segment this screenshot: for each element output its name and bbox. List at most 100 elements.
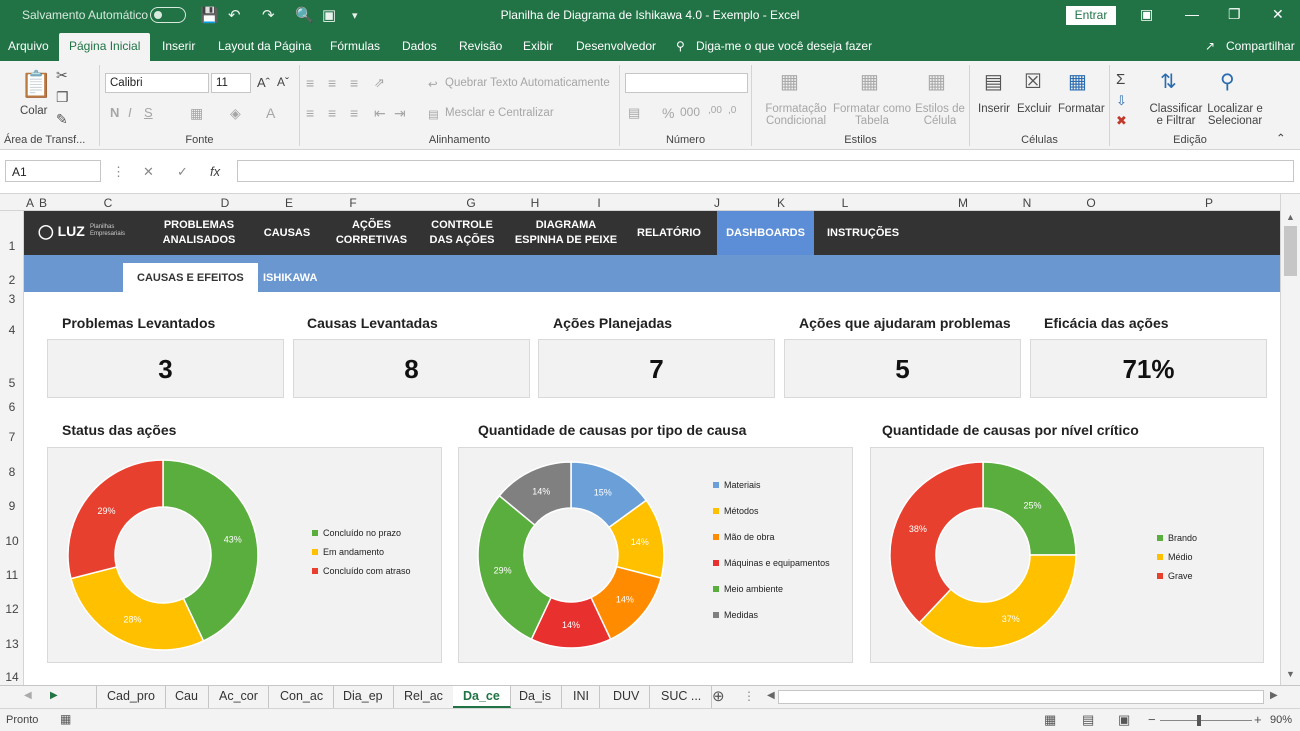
tab-pagina-inicial[interactable]: Página Inicial <box>59 33 151 61</box>
column-header[interactable]: G <box>412 196 530 210</box>
print-preview-icon[interactable]: 🔍 <box>295 6 314 24</box>
tab-arquivo[interactable]: Arquivo <box>8 39 49 53</box>
scroll-up-icon[interactable]: ▲ <box>1286 212 1295 222</box>
chart-nivel-critico[interactable]: 25% Brando 37% Médio 38% Grave <box>870 447 1264 663</box>
insert-cells-icon[interactable]: ▤ <box>984 69 1003 94</box>
name-box[interactable]: A1 <box>5 160 101 182</box>
delete-cells-icon[interactable]: ☒ <box>1024 69 1042 94</box>
align-right-icon[interactable]: ≡ <box>350 105 358 121</box>
close-icon[interactable]: ✕ <box>1272 6 1284 23</box>
cut-icon[interactable]: ✂ <box>56 67 68 84</box>
row-header[interactable]: 1 <box>0 239 24 253</box>
row-header[interactable]: 3 <box>0 292 24 306</box>
subtab-causas-efeitos[interactable]: CAUSAS E EFEITOS <box>123 263 258 292</box>
tab-exibir[interactable]: Exibir <box>523 39 553 53</box>
share-button[interactable]: Compartilhar <box>1226 39 1295 53</box>
accounting-format-icon[interactable]: ▤ <box>628 105 640 121</box>
align-middle-icon[interactable]: ≡ <box>328 75 336 91</box>
align-left-icon[interactable]: ≡ <box>306 105 314 121</box>
column-header[interactable]: I <box>540 196 658 210</box>
comma-style-icon[interactable]: 000 <box>680 105 700 119</box>
sheet-tab[interactable]: Dia_ep <box>333 686 394 708</box>
donut-slice[interactable] <box>889 461 984 624</box>
column-header[interactable]: O <box>1032 196 1150 210</box>
zoom-slider-thumb[interactable] <box>1197 715 1201 726</box>
zoom-slider[interactable] <box>1160 720 1252 721</box>
row-header[interactable]: 13 <box>0 637 24 651</box>
sheet-tab[interactable]: SUC ... <box>651 686 713 708</box>
scroll-thumb[interactable] <box>1284 226 1297 276</box>
column-header[interactable]: L <box>786 196 904 210</box>
sheet-tab[interactable]: INI <box>563 686 600 708</box>
column-header[interactable]: A <box>24 196 36 210</box>
clear-icon[interactable]: ✖ <box>1116 113 1127 129</box>
autosum-icon[interactable]: Σ <box>1116 71 1125 88</box>
row-header[interactable]: 7 <box>0 430 24 444</box>
format-cells-icon[interactable]: ▦ <box>1068 69 1087 94</box>
sort-filter-icon[interactable]: ⇅ <box>1160 69 1177 94</box>
sheet-tab[interactable]: Cau <box>165 686 209 708</box>
save-icon[interactable]: 💾 <box>200 6 219 24</box>
scroll-down-icon[interactable]: ▼ <box>1286 669 1295 679</box>
bold-icon[interactable]: N <box>110 105 119 120</box>
column-header[interactable]: D <box>166 196 284 210</box>
column-header[interactable]: N <box>1022 196 1032 210</box>
collapse-ribbon-icon[interactable]: ⌃ <box>1276 131 1286 145</box>
column-header[interactable]: M <box>904 196 1022 210</box>
donut-slice[interactable] <box>67 459 164 580</box>
format-table-button[interactable]: Formatar como Tabela <box>832 103 912 127</box>
cancel-icon[interactable]: ✕ <box>143 164 154 180</box>
align-bottom-icon[interactable]: ≡ <box>350 75 358 91</box>
sign-in-button[interactable]: Entrar <box>1066 6 1116 25</box>
tab-inserir[interactable]: Inserir <box>162 39 195 53</box>
sheet-tab[interactable]: Rel_ac <box>394 686 454 708</box>
next-sheet-icon[interactable]: ▶ <box>50 690 58 701</box>
percent-icon[interactable]: % <box>662 105 674 121</box>
column-header[interactable]: E <box>284 196 294 210</box>
tab-dados[interactable]: Dados <box>402 39 437 53</box>
insert-cells-button[interactable]: Inserir <box>978 103 1010 115</box>
row-header[interactable]: 12 <box>0 602 24 616</box>
find-select-button[interactable]: Localizar e Selecionar <box>1204 103 1266 127</box>
chart-status-acoes[interactable]: 43% Concluído no prazo 28% Em andamento 29% C… <box>47 447 442 663</box>
nav-problemas[interactable]: PROBLEMAS ANALISADOS <box>154 211 244 255</box>
nav-diagrama[interactable]: DIAGRAMA ESPINHA DE PEIXE <box>507 211 625 255</box>
fill-color-icon[interactable]: ◈ <box>230 105 241 122</box>
delete-cells-button[interactable]: Excluir <box>1017 103 1052 115</box>
column-header[interactable]: P <box>1150 196 1268 210</box>
autosave-toggle[interactable] <box>150 7 186 23</box>
font-color-icon[interactable]: A <box>266 105 275 121</box>
sheet-tab[interactable]: Ac_cor <box>209 686 269 708</box>
fill-icon[interactable]: ⇩ <box>1116 93 1127 109</box>
restore-icon[interactable]: ❐ <box>1228 6 1241 23</box>
find-select-icon[interactable]: ⚲ <box>1220 69 1235 94</box>
row-header[interactable]: 10 <box>0 534 24 548</box>
font-size-select[interactable]: 11 <box>211 73 251 93</box>
macro-record-icon[interactable]: ▦ <box>60 712 71 726</box>
conditional-format-button[interactable]: Formatação Condicional <box>760 103 832 127</box>
nav-dashboards[interactable]: DASHBOARDS <box>717 211 814 255</box>
align-center-icon[interactable]: ≡ <box>328 105 336 121</box>
tab-layout[interactable]: Layout da Página <box>218 39 311 53</box>
normal-view-icon[interactable]: ▦ <box>1044 712 1056 728</box>
nav-causas[interactable]: CAUSAS <box>254 211 320 255</box>
scroll-left-icon[interactable]: ◀ <box>767 690 775 701</box>
customize-quick-access-icon[interactable]: ▾ <box>352 9 358 22</box>
prev-sheet-icon[interactable]: ◀ <box>24 690 32 701</box>
camera-icon[interactable]: ▣ <box>322 6 336 24</box>
zoom-out-icon[interactable]: − <box>1148 712 1156 727</box>
column-header[interactable]: C <box>50 196 166 210</box>
nav-controle[interactable]: CONTROLE DAS AÇÕES <box>422 211 502 255</box>
cell-styles-icon[interactable]: ▦ <box>927 69 946 94</box>
page-break-view-icon[interactable]: ▣ <box>1118 712 1130 728</box>
row-header[interactable]: 2 <box>0 273 24 287</box>
increase-indent-icon[interactable]: ⇥ <box>394 105 406 122</box>
borders-icon[interactable]: ▦ <box>190 105 203 122</box>
cell-styles-button[interactable]: Estilos de Célula <box>912 103 968 127</box>
add-sheet-icon[interactable]: ⊕ <box>712 687 725 705</box>
underline-icon[interactable]: S <box>144 105 153 120</box>
enter-icon[interactable]: ✓ <box>177 164 188 180</box>
sheet-tab[interactable]: Da_is <box>509 686 562 708</box>
row-header[interactable]: 14 <box>0 670 24 684</box>
chart-tipo-causa[interactable]: 15% Materiais 14% Métodos 14% Mão de obra 14% M… <box>458 447 853 663</box>
